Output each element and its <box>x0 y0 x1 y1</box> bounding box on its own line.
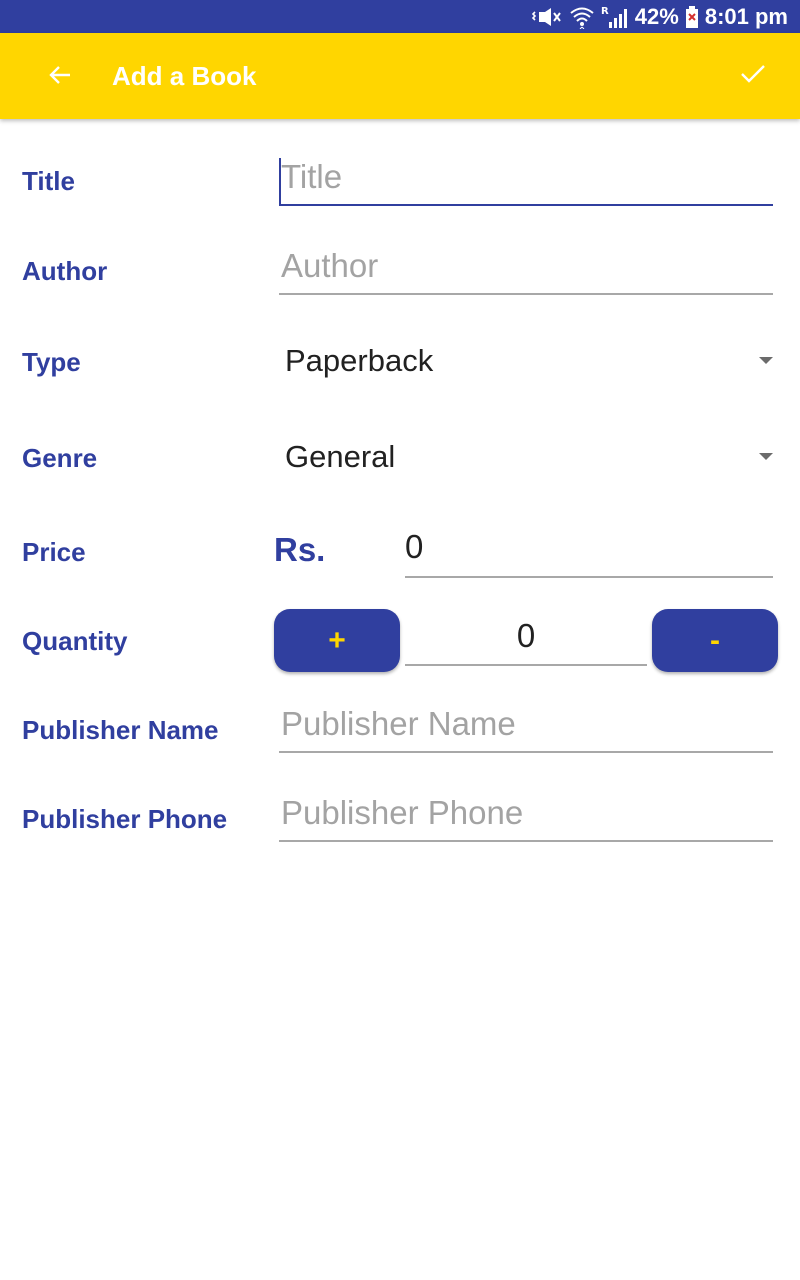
status-icons: R 42% 8:01 pm <box>531 0 788 33</box>
increment-button[interactable]: + <box>274 609 400 672</box>
quantity-input[interactable] <box>405 613 647 664</box>
page-title: Add a Book <box>112 61 257 91</box>
roaming-signal-icon: R <box>601 5 629 29</box>
price-field-container <box>405 524 773 578</box>
author-label: Author <box>22 256 108 286</box>
text-cursor <box>279 158 281 204</box>
quantity-field-container <box>405 613 647 666</box>
currency-label: Rs. <box>274 531 326 568</box>
price-input[interactable] <box>405 524 773 576</box>
publisher-phone-field-container <box>279 792 773 842</box>
publisher-phone-label: Publisher Phone <box>22 804 228 834</box>
battery-icon <box>685 5 699 28</box>
genre-label: Genre <box>22 443 98 473</box>
publisher-name-field-container <box>279 703 773 753</box>
app-bar: Add a Book <box>0 33 800 119</box>
price-label: Price <box>22 537 86 567</box>
quantity-label: Quantity <box>22 626 128 656</box>
author-input[interactable] <box>279 245 773 293</box>
title-input[interactable] <box>279 156 773 204</box>
publisher-phone-input[interactable] <box>279 792 773 840</box>
decrement-button-label: - <box>710 623 720 657</box>
title-label: Title <box>22 166 75 196</box>
check-icon <box>740 63 766 90</box>
arrow-back-icon <box>48 63 72 92</box>
publisher-name-input[interactable] <box>279 703 773 751</box>
type-label: Type <box>22 347 81 377</box>
wifi-icon <box>569 5 595 29</box>
genre-selected-value: General <box>285 439 396 474</box>
increment-button-label: + <box>328 623 346 657</box>
save-button[interactable] <box>728 51 778 101</box>
type-selected-value: Paperback <box>285 343 434 378</box>
vibrate-icon <box>531 6 563 28</box>
decrement-button[interactable]: - <box>652 609 778 672</box>
genre-dropdown[interactable]: General <box>285 433 775 483</box>
back-button[interactable] <box>36 53 84 101</box>
status-bar: R 42% 8:01 pm <box>0 0 800 33</box>
dropdown-arrow-icon <box>759 357 773 364</box>
author-field-container <box>279 245 773 295</box>
type-dropdown[interactable]: Paperback <box>285 337 775 387</box>
publisher-name-label: Publisher Name <box>22 715 219 745</box>
svg-text:R: R <box>601 6 609 17</box>
dropdown-arrow-icon <box>759 453 773 460</box>
title-field-container <box>279 156 773 206</box>
clock: 8:01 pm <box>704 3 788 29</box>
battery-percent: 42% <box>634 3 679 29</box>
